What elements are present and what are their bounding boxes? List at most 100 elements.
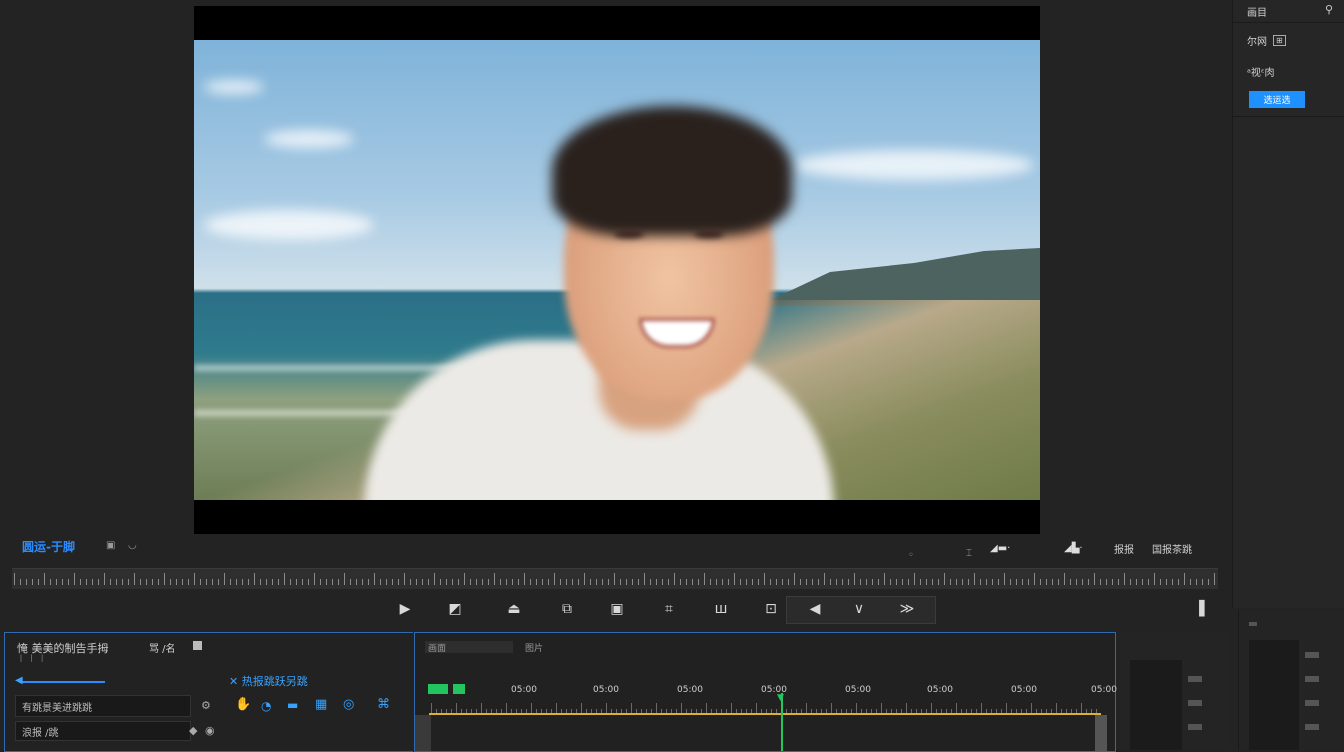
lock-icon[interactable]: ◆ [189, 724, 197, 737]
trim-icon[interactable]: ш [708, 596, 734, 622]
settings-icon[interactable]: ⚙ [201, 699, 211, 712]
track-tool-icon[interactable]: ▬ [287, 698, 298, 712]
compare-icon[interactable]: ⊡ [758, 596, 784, 622]
green-marker[interactable] [428, 684, 448, 694]
ruler-tick [1130, 579, 1131, 585]
ruler-tick [542, 579, 543, 585]
ruler-tick [1172, 579, 1173, 585]
ruler-tick [752, 579, 753, 585]
ruler-tick [831, 703, 832, 713]
ruler-tick [1058, 579, 1059, 585]
track-header[interactable] [415, 715, 431, 751]
panel-row[interactable]: ᵃ视ᵋ肉 [1247, 64, 1275, 79]
ruler-tick [776, 579, 777, 585]
mark-in-icon[interactable]: ◩ [442, 596, 468, 622]
ruler-tick [1118, 579, 1119, 585]
ruler-tick [1052, 579, 1053, 585]
razor-tool-icon[interactable]: ◔ [261, 699, 271, 713]
ruler-tick [656, 579, 657, 585]
ruler-tick [368, 579, 369, 585]
playhead-handle-icon[interactable]: ▼ [777, 693, 784, 703]
track-line[interactable] [429, 713, 1101, 715]
ruler-tick [596, 579, 597, 585]
ruler-tick [668, 579, 669, 585]
meter-mark [1188, 700, 1202, 706]
ruler-tick [1082, 579, 1083, 585]
loop-icon[interactable]: ◡ [128, 540, 137, 551]
square-icon[interactable] [193, 641, 202, 650]
shuttle-left-icon[interactable]: ◀ [802, 596, 828, 622]
visibility-icon[interactable]: ◉ [205, 724, 215, 737]
video-frame[interactable] [194, 40, 1040, 500]
ruler-tick [722, 579, 723, 585]
ruler-tick [692, 579, 693, 585]
ruler-tick [506, 579, 507, 585]
monitor-scrubber[interactable] [12, 568, 1218, 589]
camera-icon[interactable]: ◢▬· [990, 543, 1010, 554]
fit-icon[interactable]: ▐ [1186, 596, 1212, 622]
ruler-tick [572, 579, 573, 585]
time-marker: 05:00 [1091, 685, 1117, 695]
ruler-tick [1094, 573, 1095, 585]
ruler-tick [878, 579, 879, 585]
properties-panel: 画目 ⚲ 尔网 ⊞ ᵃ视ᵋ肉 选运选 [1232, 0, 1344, 608]
panel-tab[interactable]: 骂 /名 [149, 640, 176, 655]
ruler-tick [456, 703, 457, 713]
export-icon[interactable]: ◢▙· [1064, 543, 1083, 554]
step-back-icon[interactable]: ▶ [392, 596, 418, 622]
ruler-tick [434, 573, 435, 585]
ruler-tick [1010, 579, 1011, 585]
person-eye [694, 230, 724, 238]
ruler-tick [566, 579, 567, 585]
timeline-tab[interactable]: 图片 [525, 641, 543, 654]
safe-margins-icon[interactable]: ⌶ [966, 548, 972, 559]
ruler-tick [488, 579, 489, 585]
ruler-tick [224, 573, 225, 585]
ruler-tick [481, 703, 482, 713]
ruler-tick [998, 579, 999, 585]
monitor-settings-icon[interactable]: ▣ [106, 540, 115, 551]
panel-row-label: 尔网 [1247, 37, 1267, 48]
asset-field[interactable]: 有跳景美进跳跳 [15, 695, 191, 717]
ruler-tick [656, 703, 657, 713]
hand-tool-icon[interactable]: ✋ [235, 697, 251, 712]
apply-button[interactable]: 选运选 [1249, 91, 1305, 108]
ruler-tick [326, 579, 327, 585]
shuttle-right-icon[interactable]: ≫ [894, 596, 920, 622]
export-frame-icon[interactable]: ⌗ [656, 596, 682, 622]
timecode-display[interactable]: 圆运-于脚 [22, 538, 75, 555]
ruler-tick [500, 579, 501, 585]
ruler-tick [606, 703, 607, 713]
wrench-icon[interactable]: ⚲ [1325, 3, 1333, 16]
ruler-tick [1190, 579, 1191, 585]
ruler-tick [884, 573, 885, 585]
shuttle-mid-icon[interactable]: ∨ [846, 596, 872, 622]
ruler-tick [590, 579, 591, 585]
ruler-tick [710, 579, 711, 585]
panel-row[interactable]: 画目 [1247, 4, 1267, 19]
lift-icon[interactable]: ⏏ [501, 596, 527, 622]
ruler-tick [512, 579, 513, 585]
level-mark [1249, 622, 1257, 626]
ruler-tick [806, 579, 807, 585]
overwrite-icon[interactable]: ▣ [604, 596, 630, 622]
timeline-tab[interactable]: 画面 [425, 641, 513, 654]
scroll-handle[interactable] [1095, 715, 1107, 751]
asset-field[interactable]: 浪报 /跳 [15, 721, 191, 741]
timeline-ruler[interactable] [429, 699, 1101, 714]
ruler-tick [1142, 579, 1143, 585]
link-tool-icon[interactable]: ⌘ [377, 697, 390, 712]
zoom-tool-icon[interactable]: ◎ [343, 697, 354, 712]
slider-track[interactable] [19, 681, 105, 683]
grid-tool-icon[interactable]: ▦ [315, 697, 327, 712]
ruler-tick [308, 579, 309, 585]
ruler-tick [350, 579, 351, 585]
marker-icon[interactable]: ◦ [908, 550, 914, 561]
insert-icon[interactable]: ⧉ [554, 596, 580, 622]
ruler-tick [1148, 579, 1149, 585]
person-eye [614, 230, 644, 238]
ruler-tick [1160, 579, 1161, 585]
green-marker[interactable] [453, 684, 465, 694]
panel-row[interactable]: 尔网 ⊞ [1247, 33, 1286, 48]
ruler-tick [494, 573, 495, 585]
